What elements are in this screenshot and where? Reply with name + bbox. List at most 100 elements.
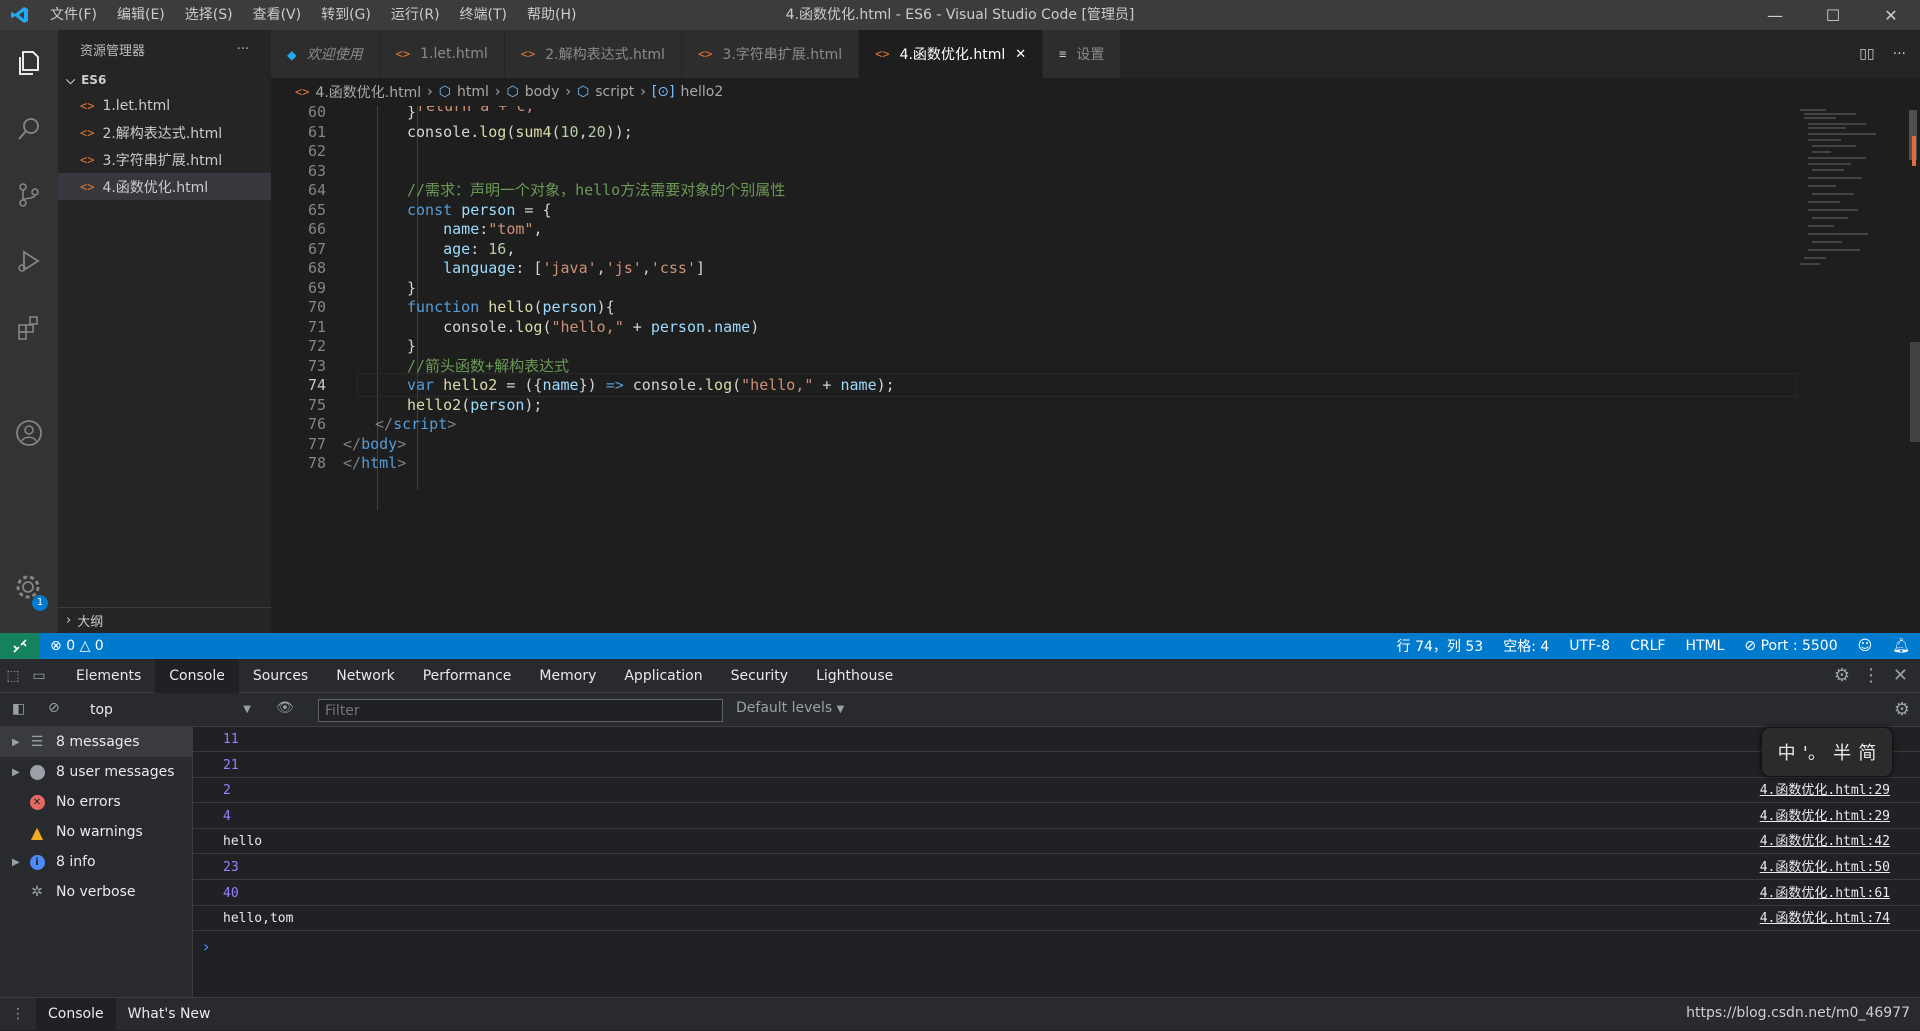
source-link[interactable]: 4.函数优化.html:61 <box>1760 881 1890 906</box>
devtools-tab[interactable]: Lighthouse <box>802 659 907 693</box>
drawer-menu-icon[interactable]: ⋮ <box>0 1006 36 1022</box>
settings-gear-icon[interactable]: 1 <box>0 555 58 621</box>
explorer-icon[interactable] <box>0 30 58 96</box>
file-label: 3.字符串扩展.html <box>102 152 223 169</box>
menu-item[interactable]: 文件(F) <box>40 0 107 30</box>
editor-tab[interactable]: <> 4.函数优化.html ✕ <box>859 30 1044 78</box>
source-link[interactable]: 4.函数优化.html:50 <box>1760 855 1890 880</box>
console-sidebar-item[interactable]: ▶ ☰ 8 messages <box>0 727 192 757</box>
run-debug-icon[interactable] <box>0 228 58 294</box>
info-icon: i <box>26 853 48 871</box>
menu-item[interactable]: 运行(R) <box>381 0 450 30</box>
filter-input[interactable] <box>318 699 723 722</box>
console-sidebar-item[interactable]: ▶ i 8 info <box>0 847 192 877</box>
source-link[interactable]: 4.函数优化.html:42 <box>1760 829 1890 854</box>
explorer-file[interactable]: <> 2.解构表达式.html <box>58 119 271 146</box>
devtools-tab[interactable]: Console <box>155 658 239 693</box>
breadcrumb-file[interactable]: 4.函数优化.html <box>315 82 421 102</box>
sidebar-toggle-icon[interactable]: ◧ <box>12 701 25 717</box>
menu-item[interactable]: 编辑(E) <box>107 0 175 30</box>
line-ending[interactable]: CRLF <box>1620 638 1675 654</box>
menu-item[interactable]: 转到(G) <box>311 0 381 30</box>
maximize-icon[interactable]: ☐ <box>1804 0 1862 30</box>
breadcrumb-html[interactable]: html <box>457 84 489 100</box>
source-link[interactable]: 4.函数优化.html:74 <box>1760 906 1890 931</box>
more-actions-icon[interactable]: ··· <box>1893 46 1906 62</box>
explorer-file[interactable]: <> 1.let.html <box>58 92 271 119</box>
indentation[interactable]: 空格: 4 <box>1493 636 1559 656</box>
devtools-tab[interactable]: Security <box>717 659 803 693</box>
close-window-icon[interactable]: ✕ <box>1862 0 1920 30</box>
editor-tab[interactable]: <> 3.字符串扩展.html <box>681 30 860 78</box>
console-settings-icon[interactable]: ⚙ <box>1894 699 1910 720</box>
accounts-icon[interactable] <box>0 400 58 466</box>
problems-indicator[interactable]: ⊗ 0 △ 0 <box>40 638 114 654</box>
code-editor[interactable]: return a + c; 60} 61 console.log(sum4(10,2… <box>271 106 1920 633</box>
ime-option[interactable]: 半 <box>1833 739 1851 765</box>
console-sidebar-item[interactable]: ▶ 8 user messages <box>0 757 192 787</box>
folder-es6[interactable]: ⌵ ES6 <box>58 68 271 92</box>
eye-icon[interactable]: 👁︎ <box>276 700 294 716</box>
encoding[interactable]: UTF-8 <box>1559 638 1620 654</box>
editor-tab[interactable]: <> 1.let.html <box>379 30 505 78</box>
source-control-icon[interactable] <box>0 162 58 228</box>
console-sidebar-item[interactable]: ✕ No errors <box>0 787 192 817</box>
menu-item[interactable]: 帮助(H) <box>517 0 586 30</box>
explorer-file[interactable]: <> 3.字符串扩展.html <box>58 146 271 173</box>
clear-console-icon[interactable]: ⊘ <box>48 700 60 716</box>
html-icon: <> <box>520 47 536 61</box>
drawer-tab[interactable]: Console <box>36 997 116 1031</box>
search-icon[interactable] <box>0 96 58 162</box>
context-selector[interactable]: top ▼ <box>80 698 255 722</box>
inspect-element-icon[interactable]: ⬚ <box>0 668 26 684</box>
language-mode[interactable]: HTML <box>1675 638 1734 654</box>
source-link[interactable]: 4.函数优化.html:29 <box>1760 778 1890 803</box>
editor-tab[interactable]: ≡ 设置 <box>1043 30 1122 78</box>
menu-item[interactable]: 选择(S) <box>175 0 243 30</box>
devtools-tab[interactable]: Elements <box>62 659 155 693</box>
settings-gear-icon[interactable]: ⚙ <box>1834 665 1850 686</box>
close-icon[interactable]: ✕ <box>1893 665 1908 686</box>
devtools-tab[interactable]: Application <box>610 659 716 693</box>
log-levels-dropdown[interactable]: Default levels ▼ <box>736 700 844 716</box>
editor-tab[interactable]: ◆ 欢迎使用 <box>271 30 380 78</box>
console-sidebar-item[interactable]: ▲ No warnings <box>0 817 192 847</box>
devtools-tab[interactable]: Sources <box>239 659 322 693</box>
editor-tab[interactable]: <> 2.解构表达式.html <box>504 30 682 78</box>
device-toggle-icon[interactable]: ▭ <box>26 668 52 684</box>
breadcrumb-symbol[interactable]: hello2 <box>680 84 723 100</box>
menu-item[interactable]: 查看(V) <box>243 0 312 30</box>
close-tab-icon[interactable]: ✕ <box>1015 47 1026 62</box>
breadcrumb-body[interactable]: body <box>525 84 560 100</box>
extensions-icon[interactable] <box>0 294 58 360</box>
ime-option[interactable]: 简 <box>1858 739 1876 765</box>
ime-option[interactable]: '。 <box>1803 739 1826 765</box>
scrollbar-thumb[interactable] <box>1910 342 1920 442</box>
devtools-tab[interactable]: Network <box>322 659 408 693</box>
console-prompt[interactable]: › <box>203 937 209 956</box>
bell-icon[interactable]: 🔔︎ <box>1882 638 1920 654</box>
devtools-tab[interactable]: Memory <box>525 659 610 693</box>
ime-option[interactable]: 中 <box>1778 739 1796 765</box>
explorer-file[interactable]: <> 4.函数优化.html <box>58 173 271 200</box>
drawer-tab[interactable]: What's New <box>116 998 223 1031</box>
breadcrumb-script[interactable]: script <box>595 84 634 100</box>
source-link[interactable]: 4.函数优化.html:29 <box>1760 804 1890 829</box>
live-server-port[interactable]: ⊘ Port : 5500 <box>1734 638 1847 654</box>
vertical-scrollbar[interactable] <box>1906 106 1920 633</box>
ime-toolbar[interactable]: 中 '。半简 <box>1762 728 1892 776</box>
more-options-icon[interactable]: ⋮ <box>1862 665 1880 686</box>
cursor-position[interactable]: 行 74，列 53 <box>1387 636 1494 656</box>
minimap[interactable] <box>1796 106 1906 276</box>
html-icon: <> <box>395 47 411 61</box>
line-number: 78 <box>307 454 326 472</box>
minimize-icon[interactable]: — <box>1746 0 1804 30</box>
more-actions-icon[interactable]: ··· <box>237 42 249 57</box>
split-editor-icon[interactable]: ▯▯ <box>1859 46 1874 62</box>
menu-item[interactable]: 终端(T) <box>450 0 517 30</box>
outline-section[interactable]: › 大纲 <box>58 607 271 633</box>
remote-icon[interactable] <box>0 633 40 659</box>
console-sidebar-item[interactable]: ✲ No verbose <box>0 877 192 907</box>
devtools-tab[interactable]: Performance <box>409 659 526 693</box>
feedback-icon[interactable]: ☺ <box>1848 638 1883 654</box>
